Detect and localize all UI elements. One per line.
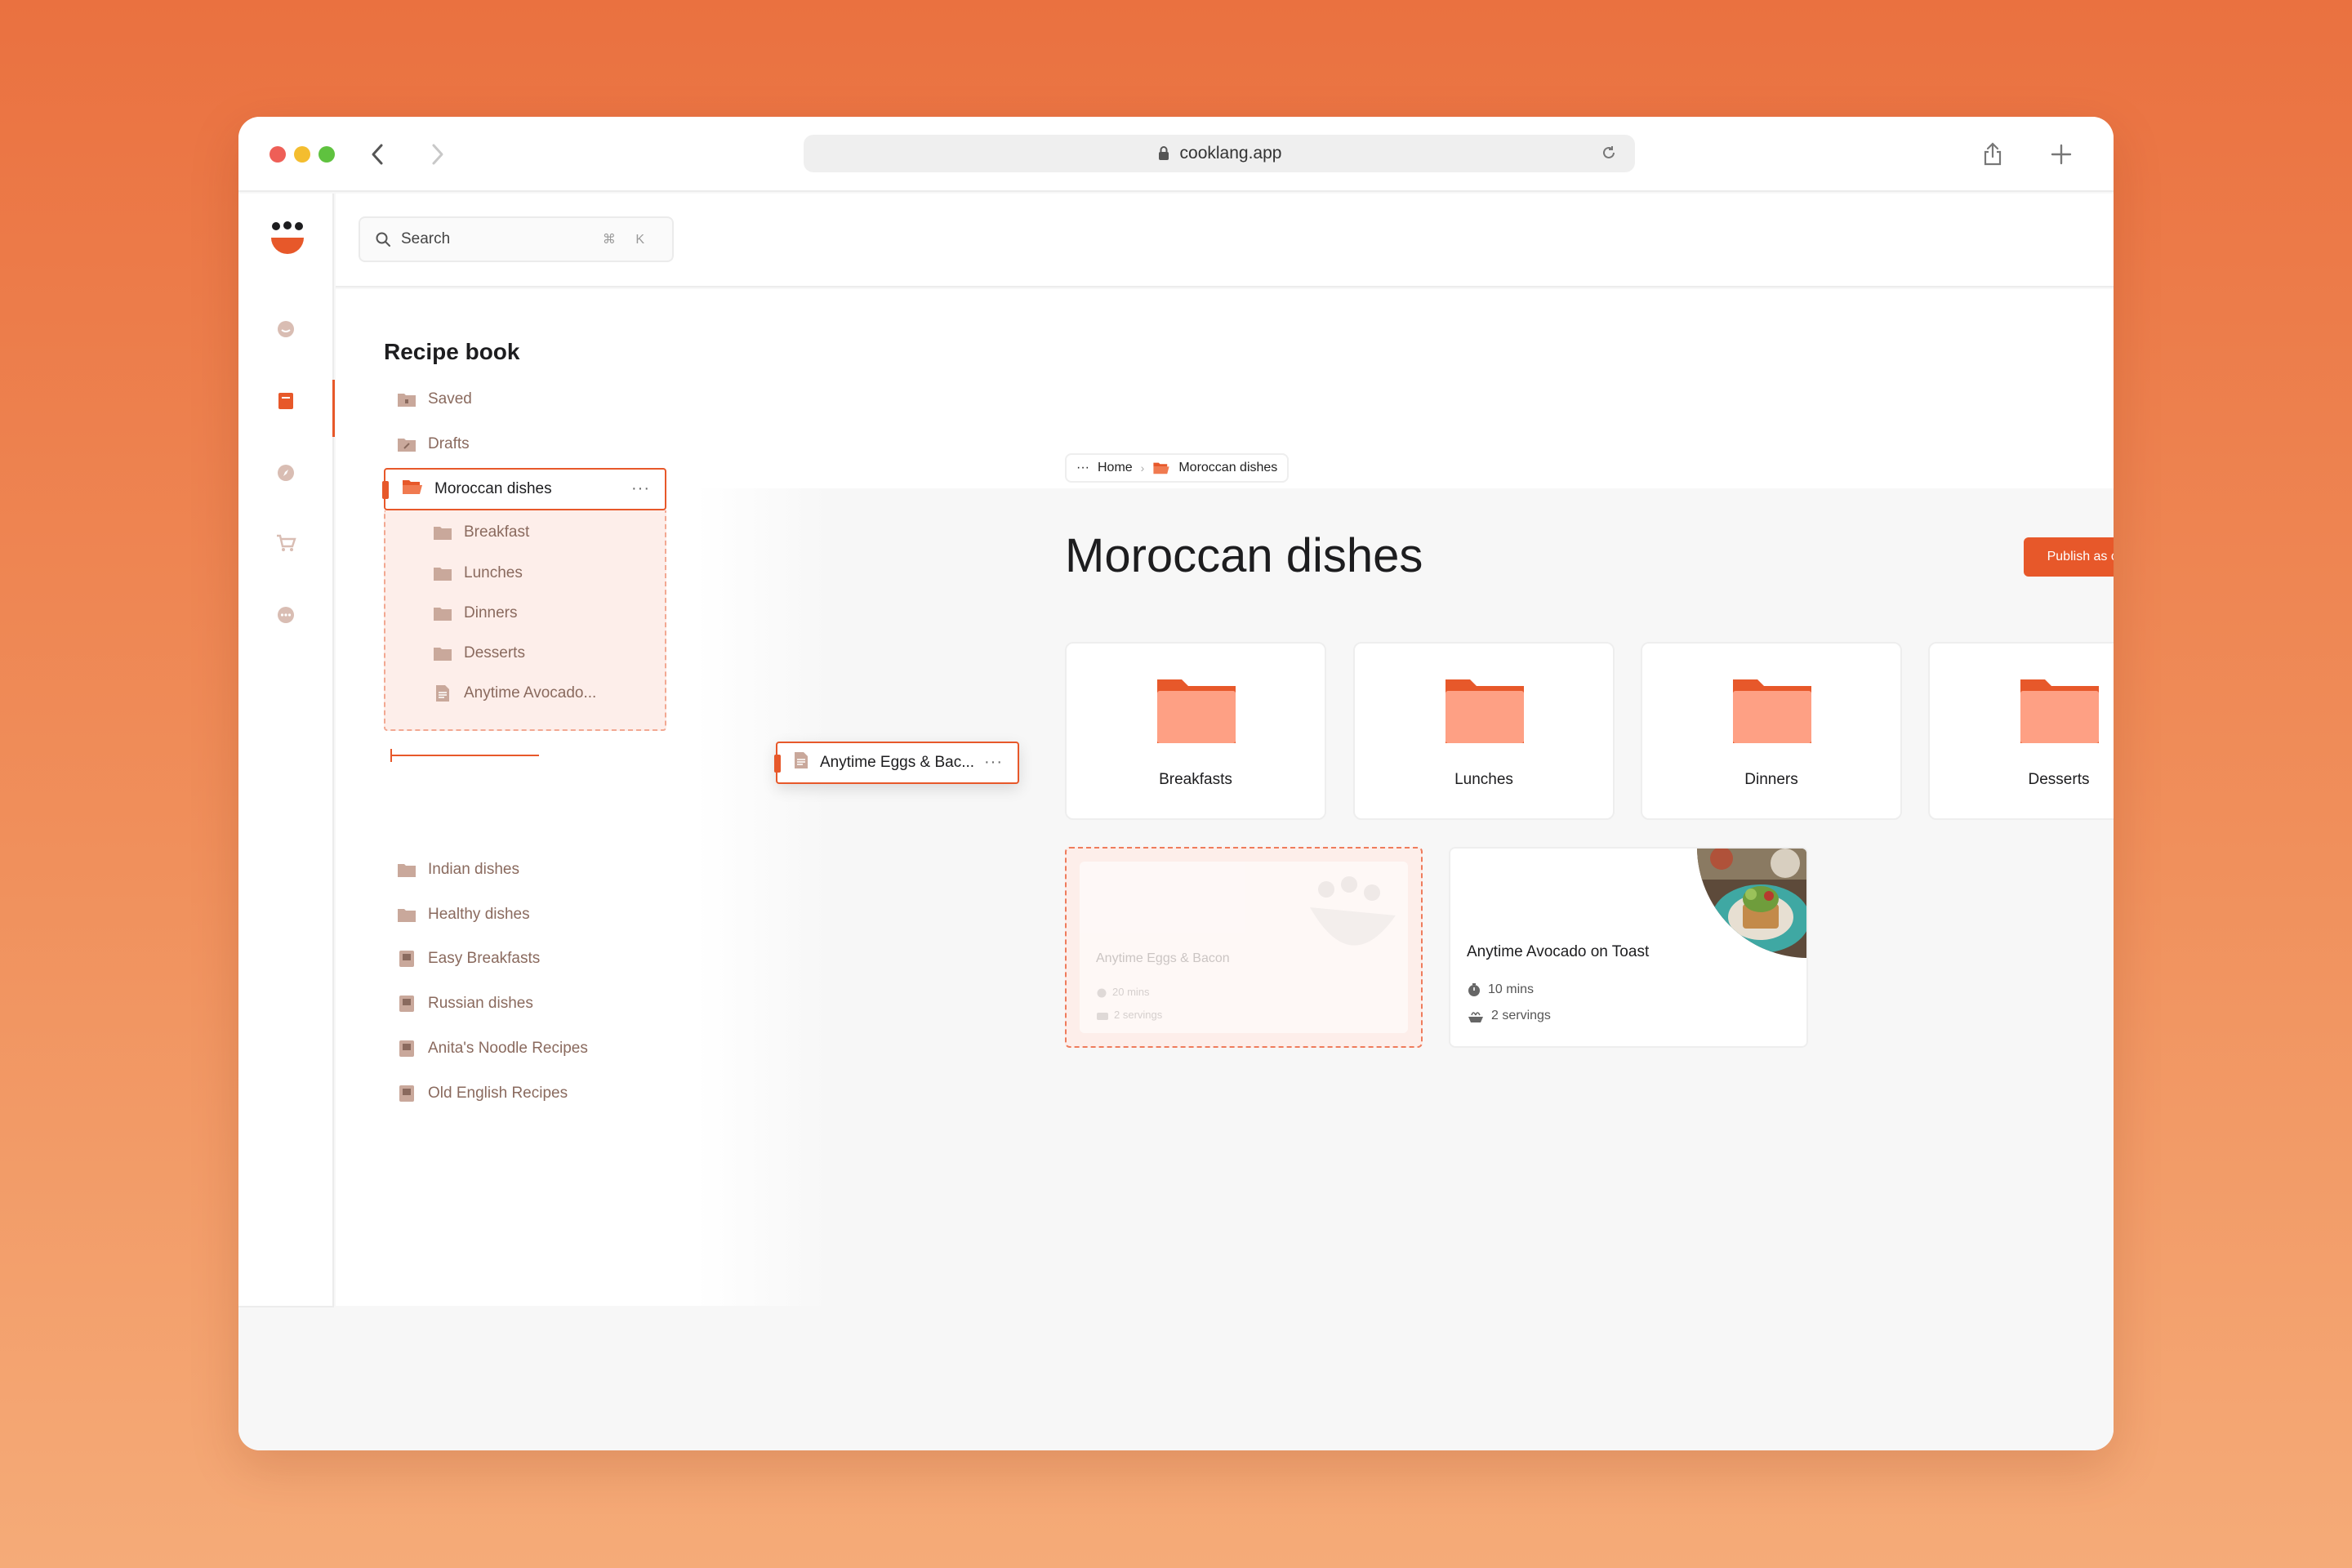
sidebar-item-label: Anytime Avocado... <box>464 684 597 702</box>
rail-bottom-border <box>238 1306 334 1307</box>
folder-card-lunches[interactable]: Lunches <box>1353 642 1615 820</box>
breadcrumb-current[interactable]: Moroccan dishes <box>1178 461 1277 475</box>
sidebar-item-russian-dishes[interactable]: Russian dishes <box>397 991 533 1016</box>
sidebar-item-label: Healthy dishes <box>428 906 530 923</box>
folder-icon <box>2020 679 2099 747</box>
open-folder-icon <box>1153 462 1169 474</box>
timer-icon <box>1097 988 1107 997</box>
bottom-area <box>336 1306 2114 1450</box>
sidebar-item-anitas-noodle-recipes[interactable]: Anita's Noodle Recipes <box>397 1036 588 1061</box>
sidebar-item-label: Moroccan dishes <box>434 480 552 497</box>
browser-window: cooklang.app Search ⌘ K Recipe book Save… <box>238 117 2114 1450</box>
recipe-file-icon <box>794 751 808 774</box>
cookbook-icon <box>397 995 416 1013</box>
sidebar-item-label: Indian dishes <box>428 861 519 878</box>
chevron-right-icon: › <box>1140 461 1145 474</box>
recipe-time: 20 mins <box>1096 986 1150 998</box>
recipe-card-placeholder: Anytime Eggs & Bacon 20 mins 2 servings <box>1065 847 1423 1048</box>
more-options-icon[interactable]: ··· <box>631 479 650 498</box>
sidebar-item-label: Old English Recipes <box>428 1085 568 1102</box>
recipe-time: 10 mins <box>1467 982 1534 997</box>
recipe-servings: 2 servings <box>1467 1009 1551 1023</box>
breadcrumb: ··· Home › Moroccan dishes <box>1065 453 1290 483</box>
drop-indicator-line <box>392 755 539 756</box>
sidebar-item-drafts[interactable]: Drafts <box>397 432 470 457</box>
servings-icon <box>1468 1012 1483 1022</box>
folder-name: Dinners <box>1744 771 1798 788</box>
recipe-title: Anytime Avocado on Toast <box>1467 943 1650 960</box>
folder-icon <box>433 524 452 541</box>
cookbook-icon <box>397 1085 416 1102</box>
folder-name: Breakfasts <box>1159 771 1232 788</box>
sidebar-item-saved[interactable]: Saved <box>397 387 472 412</box>
sidebar-subitem-lunches[interactable]: Lunches <box>433 561 523 586</box>
open-folder-icon <box>402 479 423 500</box>
ghost-card-body: Anytime Eggs & Bacon 20 mins 2 servings <box>1080 862 1408 1033</box>
page-title: Moroccan dishes <box>1065 529 1423 582</box>
drag-handle[interactable] <box>382 481 389 499</box>
cooklang-watermark-icon <box>1302 865 1400 959</box>
folder-card-dinners[interactable]: Dinners <box>1641 642 1902 820</box>
folder-icon <box>433 605 452 621</box>
drag-handle[interactable] <box>774 755 781 773</box>
folder-icon <box>397 906 416 923</box>
sidebar-item-label: Lunches <box>464 564 523 581</box>
sidebar-item-label: Easy Breakfasts <box>428 950 541 967</box>
sidebar-subitem-desserts[interactable]: Desserts <box>433 641 525 666</box>
cookbook-icon <box>397 1040 416 1058</box>
folder-icon <box>1733 679 1811 747</box>
publish-cookbook-button[interactable]: Publish as cookbook <box>2024 537 2114 577</box>
fade-edge <box>696 488 826 1407</box>
sidebar-item-label: Desserts <box>464 644 525 662</box>
sidebar-item-indian-dishes[interactable]: Indian dishes <box>397 858 519 882</box>
recipe-file-icon <box>433 684 452 702</box>
drafts-folder-icon <box>397 436 416 452</box>
breadcrumb-more[interactable]: ··· <box>1076 461 1089 475</box>
dragging-item-label: Anytime Eggs & Bac... <box>820 754 975 771</box>
sidebar-item-label: Russian dishes <box>428 995 533 1012</box>
folder-icon <box>397 862 416 878</box>
sidebar-item-moroccan-dishes[interactable]: Moroccan dishes ··· <box>382 468 666 510</box>
sidebar-title: Recipe book <box>384 339 520 364</box>
timer-icon <box>1468 983 1480 996</box>
sidebar-item-label: Breakfast <box>464 523 530 541</box>
sidebar-subitem-breakfast[interactable]: Breakfast <box>433 520 529 545</box>
sidebar-item-label: Saved <box>428 390 472 408</box>
more-options-icon[interactable]: ··· <box>984 753 1003 772</box>
dragging-recipe-item[interactable]: Anytime Eggs & Bac... ··· <box>774 742 1019 784</box>
cookbook-icon <box>397 950 416 968</box>
recipe-title: Anytime Eggs & Bacon <box>1096 951 1230 965</box>
sidebar-subitem-dinners[interactable]: Dinners <box>433 601 517 626</box>
recipe-card-avocado-toast[interactable]: Anytime Avocado on Toast 10 mins 2 servi… <box>1449 847 1808 1048</box>
folder-name: Desserts <box>2028 771 2090 788</box>
recipe-photo <box>1697 849 1806 958</box>
saved-folder-icon <box>397 391 416 408</box>
recipe-servings: 2 servings <box>1096 1009 1162 1021</box>
breadcrumb-home[interactable]: Home <box>1098 461 1133 475</box>
folder-card-desserts[interactable]: Desserts <box>1928 642 2114 820</box>
sidebar-item-label: Drafts <box>428 435 470 452</box>
servings-icon <box>1097 1012 1108 1020</box>
folder-icon <box>433 645 452 662</box>
folder-name: Lunches <box>1454 771 1513 788</box>
sidebar-item-old-english-recipes[interactable]: Old English Recipes <box>397 1081 568 1106</box>
sidebar-item-label: Anita's Noodle Recipes <box>428 1040 588 1057</box>
sidebar-item-healthy-dishes[interactable]: Healthy dishes <box>397 902 530 927</box>
sidebar-subitem-avocado[interactable]: Anytime Avocado... <box>433 681 596 706</box>
sidebar-item-label: Dinners <box>464 604 518 621</box>
drop-indicator-cap <box>390 749 392 762</box>
main-layer: Recipe book Saved Drafts Moroccan dishes… <box>238 117 2114 1450</box>
folder-icon <box>433 565 452 581</box>
folder-icon <box>1446 679 1524 747</box>
folder-icon <box>1157 679 1236 747</box>
folder-card-breakfasts[interactable]: Breakfasts <box>1065 642 1326 820</box>
sidebar-item-easy-breakfasts[interactable]: Easy Breakfasts <box>397 947 540 971</box>
